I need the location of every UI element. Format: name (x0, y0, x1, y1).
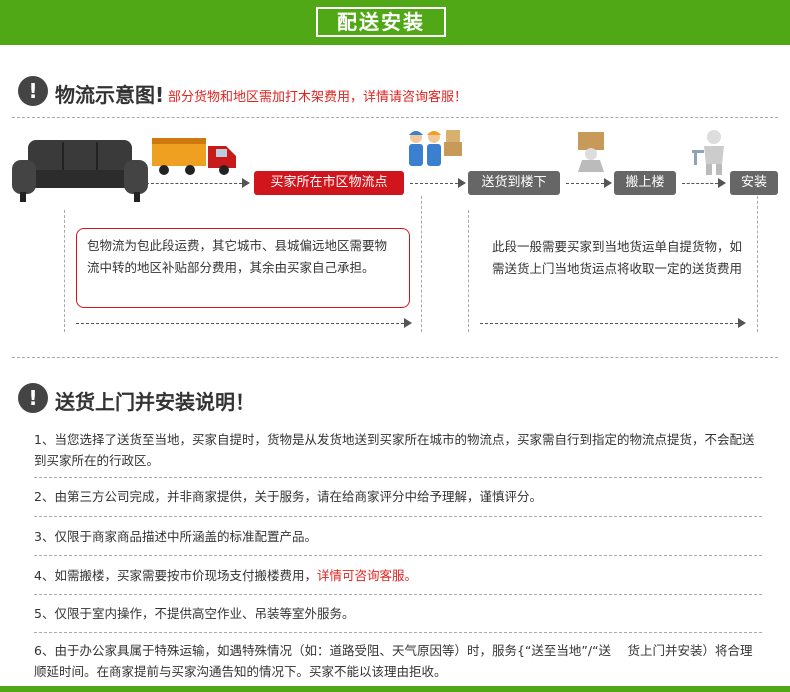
arrow-head (738, 318, 746, 328)
guide-line (468, 210, 469, 332)
rule-item: 5、仅限于室内操作，不提供高空作业、吊装等室外服务。 (34, 606, 355, 621)
rule-item: 1、当您选择了送货至当地，买家自提时，货物是从发货地送到买家所在城市的物流点，买… (34, 432, 755, 468)
rule-item: 4、如需搬楼，买家需要按市价现场支付搬楼费用，详情可咨询客服。 (34, 565, 764, 586)
step-carry-upstairs: 搬上楼 (614, 171, 676, 195)
divider (12, 117, 778, 118)
flow-arrow (682, 183, 718, 184)
flow-arrow (410, 183, 458, 184)
divider (34, 516, 762, 517)
arrow-head (604, 178, 612, 188)
right-desc-text: 此段一般需要买家到当地货运单自提货物，如需送货上门当地货运点将收取一定的送货费用 (492, 239, 743, 276)
divider (12, 357, 778, 358)
rule-text: 4、如需搬楼，买家需要按市价现场支付搬楼费用， (34, 568, 317, 583)
alert-icon: ! (18, 383, 48, 413)
divider (34, 477, 762, 478)
contact-service-link[interactable]: 详情可咨询客服。 (317, 568, 417, 583)
rule-item: 6、由于办公家具属于特殊运输，如遇特殊情况（如：道路受阻、天气原因等）时，服务{… (34, 643, 753, 679)
guide-line (64, 210, 65, 332)
flow-arrow (566, 183, 604, 184)
logistics-title: 物流示意图! (55, 83, 165, 107)
arrow-head (404, 318, 412, 328)
logistics-note: 部分货物和地区需加打木架费用，详情请咨询客服！ (168, 90, 468, 105)
rule-item: 2、由第三方公司完成，并非商家提供，关于服务，请在给商家评分中给予理解，谨慎评分… (34, 489, 542, 504)
step-local-logistics: 买家所在市区物流点 (254, 171, 404, 195)
flow-arrow (480, 323, 738, 324)
left-desc-box: 包物流为包此段运费，其它城市、县城偏远地区需要物流中转的地区补贴部分费用，其余由… (76, 228, 410, 308)
install-worker-icon (688, 128, 732, 180)
truck-icon (150, 134, 238, 182)
flow-arrow (146, 183, 242, 184)
sofa-icon (10, 134, 150, 210)
footer-bar (0, 686, 790, 692)
arrow-head (458, 178, 466, 188)
divider (34, 632, 762, 633)
arrow-head (718, 178, 726, 188)
left-desc-text: 包物流为包此段运费，其它城市、县城偏远地区需要物流中转的地区补贴部分费用，其余由… (87, 238, 388, 275)
guide-line (757, 196, 758, 332)
divider (34, 555, 762, 556)
page-title: 配送安装 (316, 7, 446, 37)
workers-icon (404, 128, 464, 174)
divider (34, 594, 762, 595)
install-title: 送货上门并安装说明！ (55, 390, 255, 414)
step-deliver-downstairs: 送货到楼下 (468, 171, 560, 195)
carry-box-icon (568, 128, 614, 178)
alert-icon: ! (18, 76, 48, 106)
rule-item: 3、仅限于商家商品描述中所涵盖的标准配置产品。 (34, 529, 317, 544)
step-install: 安装 (730, 171, 778, 195)
flow-arrow (76, 323, 404, 324)
arrow-head (242, 178, 250, 188)
guide-line (421, 196, 422, 332)
